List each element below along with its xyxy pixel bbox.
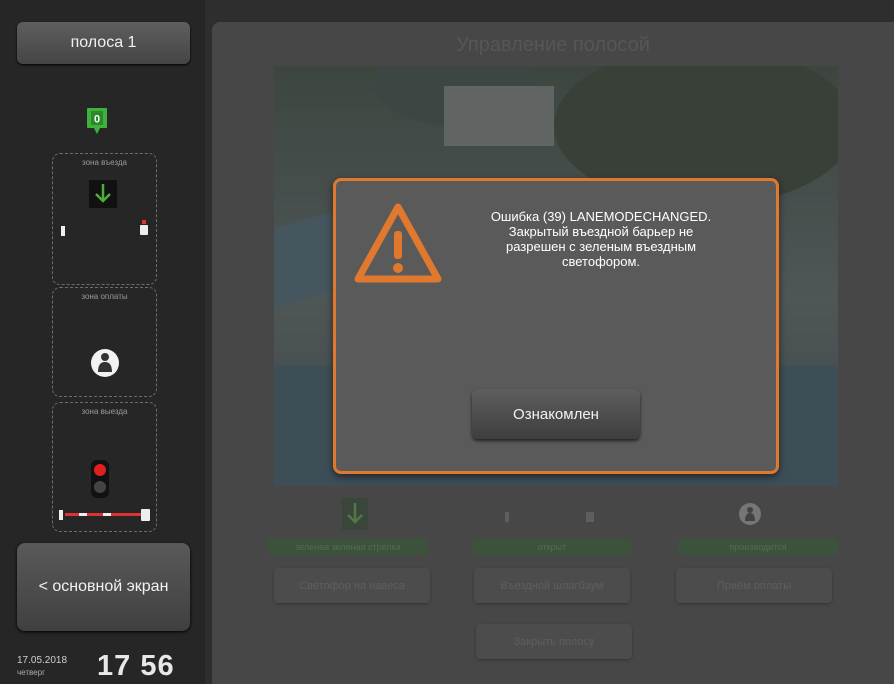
clock: 17 56: [97, 650, 175, 682]
error-message: Ошибка (39) LANEMODECHANGED. Закрытый въ…: [451, 209, 751, 269]
date: 17.05.2018: [17, 655, 68, 666]
barrier-lock-icon: [140, 220, 148, 235]
person-icon: [91, 349, 119, 377]
payment-zone: зона оплаты: [52, 287, 157, 397]
traffic-light-icon: [91, 460, 109, 498]
closed-barrier-icon: [59, 509, 150, 521]
error-line: светофором.: [561, 254, 641, 269]
green-arrow-down-icon: [89, 180, 117, 208]
lane-button[interactable]: полоса 1: [17, 22, 190, 64]
weekday: четверг: [17, 668, 45, 677]
zone-label: зона оплаты: [81, 292, 128, 301]
warning-triangle-icon: [354, 203, 442, 283]
vehicle-counter-badge: 0: [87, 108, 107, 134]
main-screen-button[interactable]: < основной экран: [17, 543, 190, 631]
error-line: Ошибка (39) LANEMODECHANGED.: [490, 209, 712, 224]
entry-zone: зона въезда: [52, 153, 157, 285]
zone-label: зона выезда: [81, 407, 128, 416]
error-line: Закрытый въездной барьер не: [508, 224, 694, 239]
sidebar: полоса 1 0 зона въезда зона оплаты зона …: [0, 0, 205, 684]
zone-label: зона въезда: [82, 158, 127, 167]
barrier-post-icon: [61, 226, 65, 236]
error-dialog: Ошибка (39) LANEMODECHANGED. Закрытый въ…: [333, 178, 779, 474]
error-line: разрешен с зеленым въездным: [505, 239, 697, 254]
counter-value: 0: [94, 114, 100, 126]
exit-zone: зона выезда: [52, 402, 157, 532]
acknowledge-button[interactable]: Ознакомлен: [472, 389, 640, 439]
